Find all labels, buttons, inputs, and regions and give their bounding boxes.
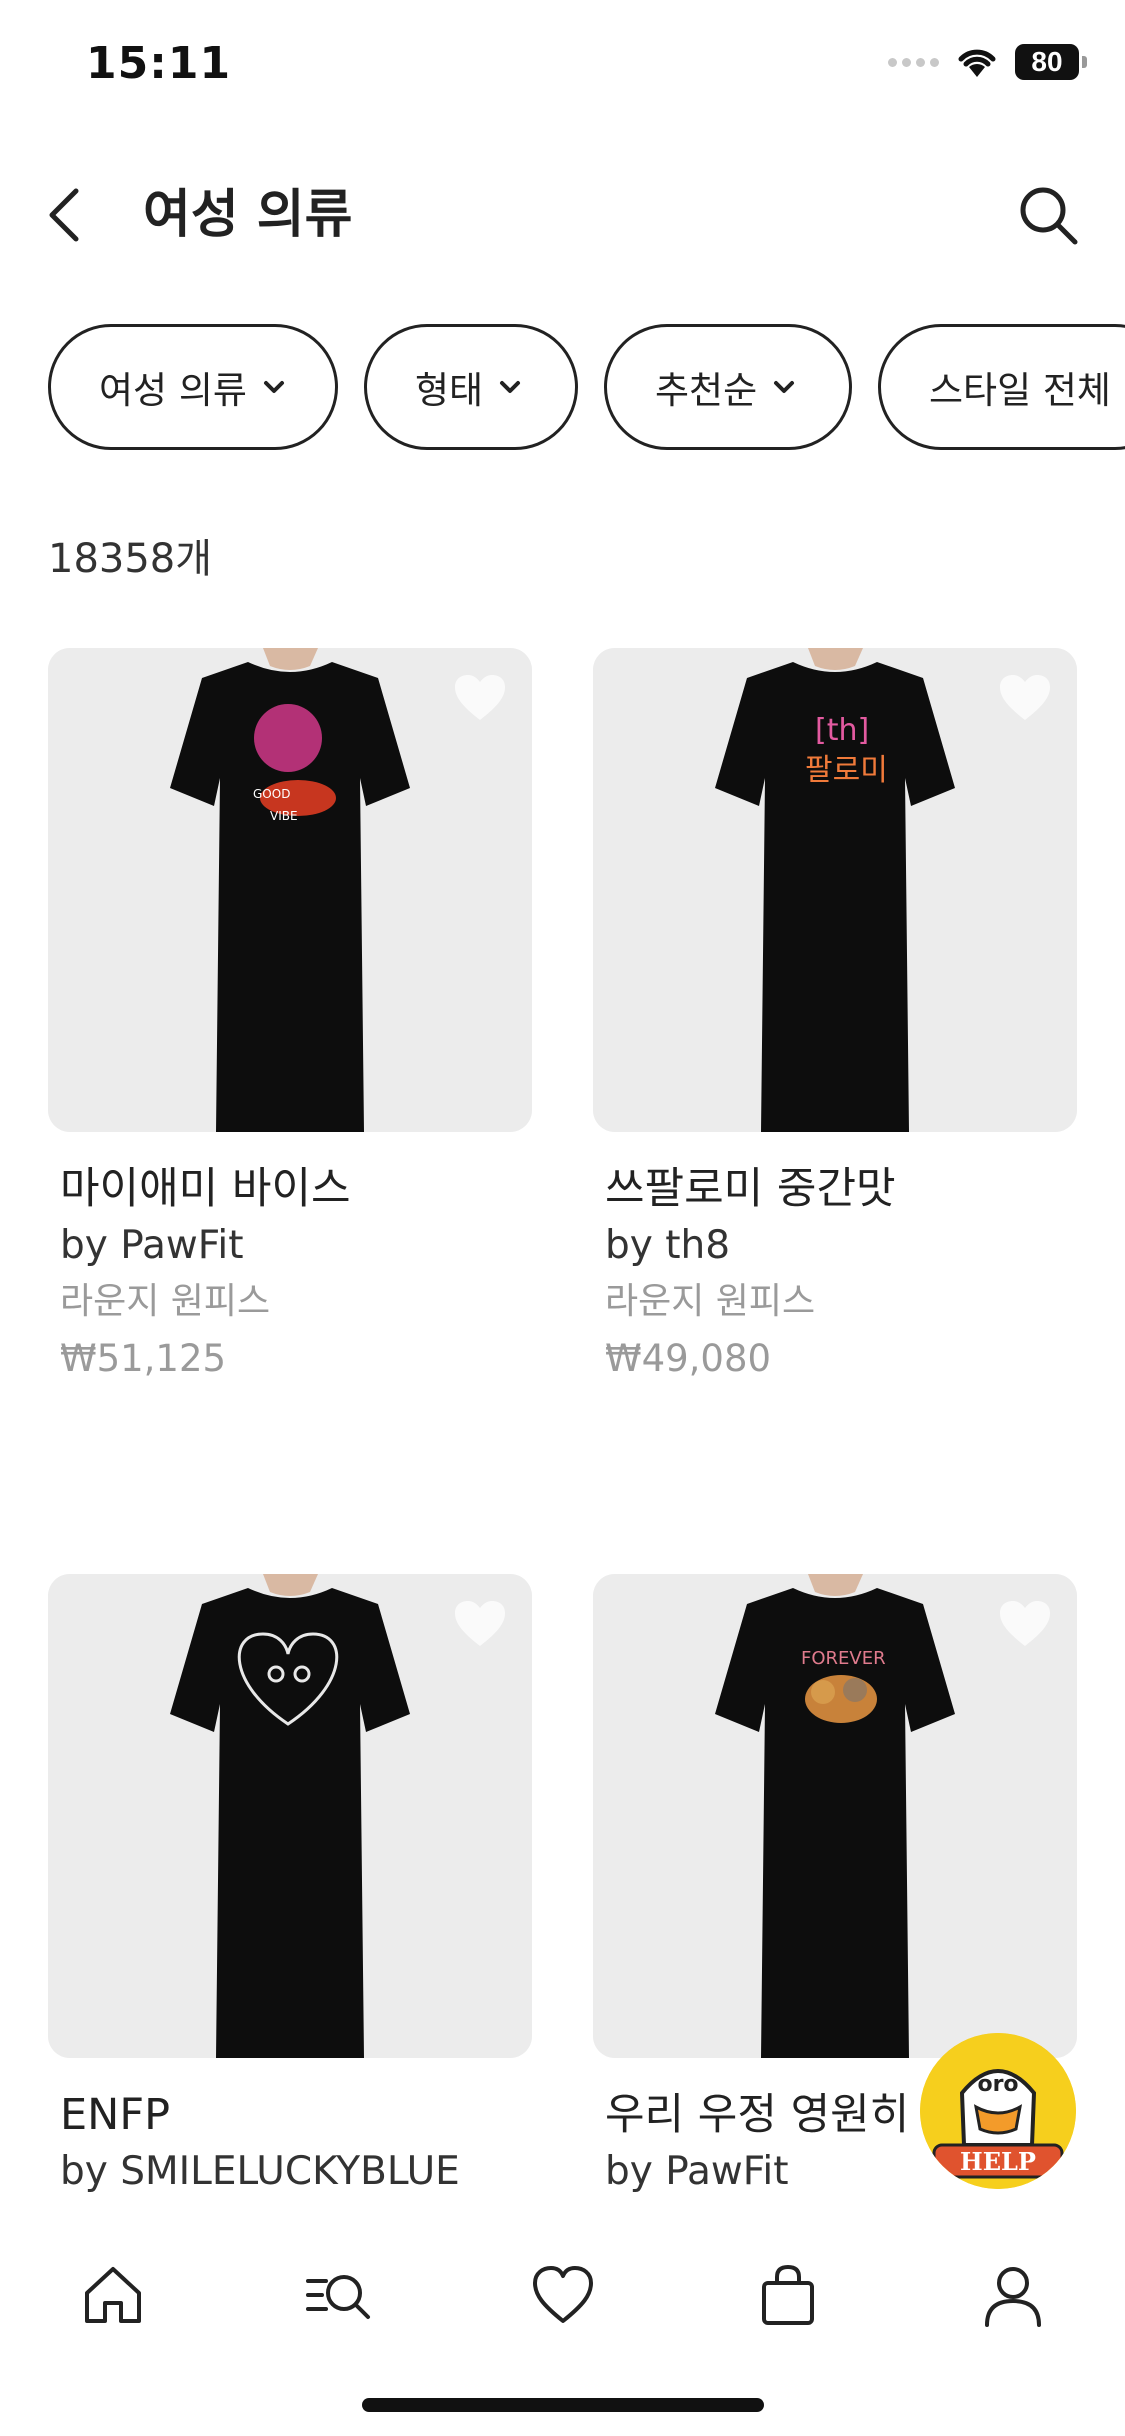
category-search-icon	[305, 2275, 370, 2319]
chevron-left-icon	[49, 188, 79, 242]
product-brand: by SMILELUCKYBLUE	[60, 2149, 460, 2194]
product-name: ENFP	[60, 2090, 170, 2140]
wishlist-heart-icon[interactable]	[452, 1598, 508, 1650]
status-indicators: 80	[888, 44, 1087, 80]
product-image[interactable]: [th] 팔로미	[593, 648, 1077, 1132]
filter-label: 추천순	[655, 369, 758, 412]
filter-label: 여성 의류	[99, 369, 247, 412]
help-label: HELP	[960, 2147, 1036, 2176]
filter-chip-sort[interactable]: 추천순	[604, 324, 852, 450]
product-image[interactable]: GOOD VIBE	[48, 648, 532, 1132]
help-mascot-text: oro	[977, 2072, 1018, 2097]
heart-icon	[532, 2266, 593, 2323]
svg-text:[th]: [th]	[815, 713, 869, 748]
product-card[interactable]: ENFP by SMILELUCKYBLUE	[48, 1574, 532, 2200]
status-time: 15:11	[86, 38, 232, 89]
filter-chips: 여성 의류 형태 추천순 스타일 전체	[48, 324, 1125, 450]
search-button[interactable]	[1013, 180, 1083, 250]
product-brand: by PawFit	[60, 1223, 244, 1268]
result-count: 18358개	[48, 536, 213, 582]
nav-home[interactable]	[77, 2259, 149, 2331]
svg-text:VIBE: VIBE	[270, 809, 298, 823]
nav-category-search[interactable]	[302, 2259, 374, 2331]
bottom-navigation	[0, 2240, 1125, 2350]
wifi-icon	[958, 49, 996, 77]
filter-label: 형태	[415, 369, 484, 412]
wishlist-heart-icon[interactable]	[452, 672, 508, 724]
search-icon	[1020, 187, 1078, 245]
product-name: 쓰팔로미 중간맛	[605, 1164, 896, 1214]
nav-wishlist[interactable]	[527, 2259, 599, 2331]
svg-text:FOREVER: FOREVER	[801, 1648, 886, 1669]
help-button[interactable]: oro HELP	[920, 2033, 1076, 2189]
product-image[interactable]: FOREVER	[593, 1574, 1077, 2058]
product-category: 라운지 원피스	[605, 1281, 816, 1322]
nav-cart[interactable]	[752, 2259, 824, 2331]
wishlist-heart-icon[interactable]	[997, 672, 1053, 724]
product-price: ₩51,125	[60, 1337, 227, 1380]
cellular-signal-icon	[888, 57, 939, 67]
help-mascot-icon: oro HELP	[920, 2033, 1076, 2189]
product-name: 마이애미 바이스	[60, 1164, 351, 1214]
filter-chip-style[interactable]: 스타일 전체	[878, 324, 1125, 450]
back-button[interactable]	[34, 180, 94, 250]
page-title: 여성 의류	[143, 185, 353, 245]
home-icon	[84, 2267, 141, 2323]
chevron-down-icon	[774, 381, 795, 393]
shopping-bag-icon	[761, 2264, 814, 2325]
svg-text:GOOD: GOOD	[253, 787, 290, 801]
product-image[interactable]	[48, 1574, 532, 2058]
product-brand: by th8	[605, 1223, 731, 1268]
product-card[interactable]: [th] 팔로미 쓰팔로미 중간맛 by th8 라운지 원피스 ₩49,080	[593, 648, 1077, 1388]
product-price: ₩49,080	[605, 1337, 772, 1380]
product-card[interactable]: GOOD VIBE 마이애미 바이스 by PawFit 라운지 원피스 ₩51…	[48, 648, 532, 1388]
battery-icon: 80	[1015, 44, 1087, 80]
chevron-down-icon	[500, 381, 521, 393]
home-indicator	[362, 2398, 764, 2412]
user-icon	[984, 2267, 1041, 2327]
filter-chip-shape[interactable]: 형태	[364, 324, 578, 450]
wishlist-heart-icon[interactable]	[997, 1598, 1053, 1650]
product-category: 라운지 원피스	[60, 1281, 271, 1322]
svg-text:팔로미: 팔로미	[805, 753, 888, 788]
nav-my-page[interactable]	[977, 2259, 1049, 2331]
chevron-down-icon	[263, 381, 284, 393]
filter-chip-category[interactable]: 여성 의류	[48, 324, 338, 450]
filter-label: 스타일 전체	[929, 369, 1111, 412]
